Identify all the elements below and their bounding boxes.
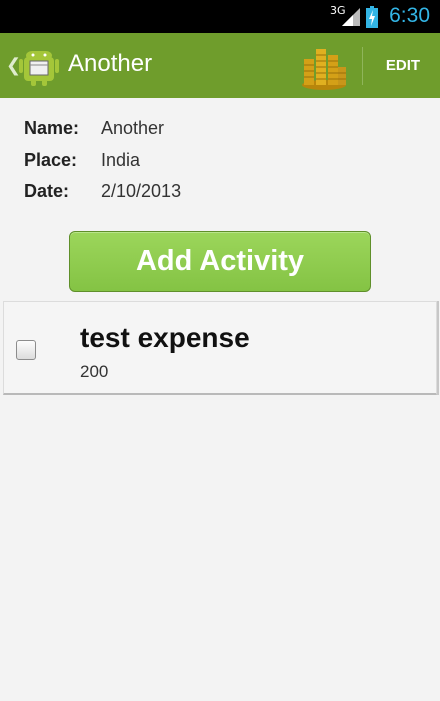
- date-value: 2/10/2013: [101, 181, 182, 201]
- name-value: Another: [101, 118, 165, 138]
- activity-name: test expense: [80, 322, 250, 353]
- action-bar: ❮ Another EDIT: [0, 33, 440, 98]
- place-row: Place: India: [24, 150, 181, 182]
- date-row: Date: 2/10/2013: [24, 181, 181, 213]
- place-label: Place:: [24, 149, 78, 170]
- coins-icon[interactable]: [298, 41, 350, 91]
- battery-charging-icon: [366, 6, 378, 28]
- activity-amount: 200: [80, 362, 109, 381]
- activity-list: test expense 200: [3, 301, 437, 395]
- place-value: India: [101, 149, 141, 170]
- edit-button[interactable]: EDIT: [366, 33, 440, 98]
- android-app-icon[interactable]: [18, 43, 60, 87]
- date-label: Date:: [24, 181, 70, 201]
- name-label: Name:: [24, 118, 80, 138]
- add-activity-button[interactable]: Add Activity: [69, 231, 371, 292]
- name-row: Name: Another: [24, 118, 181, 150]
- clock: 6:30: [389, 4, 430, 27]
- action-bar-divider: [362, 47, 363, 85]
- signal-icon: [342, 8, 360, 26]
- trip-details: Name: Another Place: India Date: 2/10/20…: [24, 118, 181, 213]
- page-title: Another: [68, 50, 153, 77]
- status-bar: 3G 6:30: [0, 0, 440, 33]
- activity-checkbox[interactable]: [16, 340, 36, 360]
